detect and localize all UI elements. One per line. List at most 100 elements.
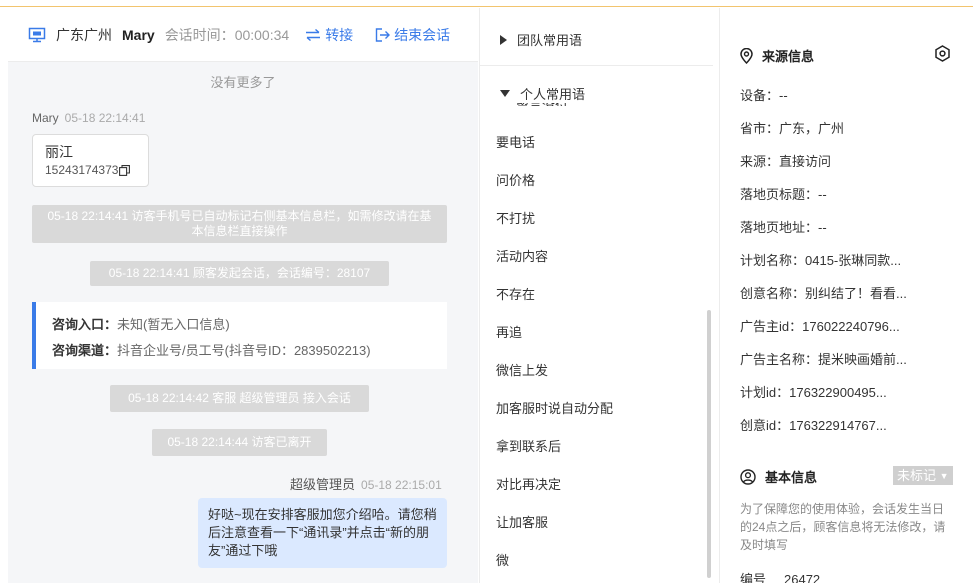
personal-phrases-label: 个人常用语 [520,87,586,102]
field-label: 省市： [740,121,780,136]
field-value: 0415-张琳同款... [805,253,902,268]
source-info-title: 来源信息 [740,46,814,65]
edit-deadline-note: 为了保障您的使用体验，会话发生当日的24点之后，顾客信息将无法修改，请及时填写 [740,502,946,552]
contact-phone-number: 15243174373 [45,163,119,177]
phrase-item[interactable]: 让加客服 [496,512,548,531]
divider [480,65,713,66]
phrase-item[interactable]: 微信上发 [496,360,548,379]
field-label: 计划名称： [740,253,806,268]
contact-card: 丽江 15243174373 [32,134,149,187]
field-creative-id: 创意id：176322914767... [740,415,887,434]
field-label: 编号 [740,572,767,583]
agent-sender-name: 超级管理员 [290,477,356,492]
system-message: 05-18 22:14:44 访客已离开 [152,429,327,456]
transfer-button[interactable]: 转接 [305,25,353,45]
field-device: 设备：-- [740,85,788,104]
transfer-icon [306,28,321,41]
field-label: 落地页地址： [740,220,819,235]
location-pin-icon [740,47,753,64]
agent-sender: 超级管理员 05-18 22:15:01 [290,474,442,493]
end-session-button[interactable]: 结束会话 [375,25,450,45]
basic-info-title: 基本信息 [740,467,817,486]
end-session-label: 结束会话 [394,26,451,43]
phrase-item[interactable]: 问价格 [496,170,535,189]
consult-channel-row: 咨询渠道：抖音企业号/员工号(抖音号ID：2839502213) [52,338,447,364]
field-value: 26472 [784,572,821,583]
consult-entry-row: 咨询入口：未知(暂无入口信息) [52,312,447,338]
field-value: -- [818,220,827,235]
field-value: -- [779,88,788,103]
field-creative-name: 创意名称：别纠结了！看看... [740,283,907,302]
field-label: 广告主名称： [740,352,819,367]
user-circle-icon [740,468,756,485]
phrase-item[interactable]: 再追 [496,322,522,341]
phrase-item[interactable]: 活动内容 [496,246,548,265]
phrase-item[interactable]: 不打扰 [496,208,535,227]
phrase-item[interactable]: 要电话 [496,132,535,151]
visitor-name: Mary [122,26,155,43]
field-value: 广东，广州 [779,121,845,136]
field-advertiser-name: 广告主名称：提米映画婚前... [740,349,907,368]
phrase-item[interactable]: 加客服时说自动分配 [496,398,613,417]
consult-entry-label: 咨询入口： [52,317,118,332]
phrase-item[interactable]: 不存在 [496,284,535,303]
session-duration: 会话时间：00:00:34 [165,25,290,45]
field-number: 编号 26472 [740,569,820,583]
phrase-item[interactable]: 拿到联系后 [496,436,561,455]
session-duration-label: 会话时间： [164,26,235,43]
field-label: 创意名称： [740,286,806,301]
system-message: 05-18 22:14:42 客服 超级管理员 接入会话 [110,385,369,412]
field-source: 来源：直接访问 [740,151,831,170]
visitor-location: 广东广州 [56,26,112,43]
mark-status-dropdown[interactable]: 未标记 ▼ [893,466,953,485]
no-more-history: 没有更多了 [210,75,276,90]
phrase-item[interactable]: 对比再决定 [496,474,561,493]
field-advertiser-id: 广告主id：176022240796... [740,316,900,335]
field-label: 设备： [740,88,780,103]
consult-info-card: 咨询入口：未知(暂无入口信息) 咨询渠道：抖音企业号/员工号(抖音号ID：283… [32,302,447,369]
customer-info-panel: 来源信息 设备：-- 省市：广东，广州 来源：直接访问 落地页标题：-- 落地页… [719,8,973,583]
team-phrases-group[interactable]: 团队常用语 [500,30,582,49]
personal-phrases-group[interactable]: 个人常用语 [500,84,592,103]
transfer-label: 转接 [325,26,354,43]
field-value: 直接访问 [779,154,832,169]
system-message: 05-18 22:14:41 访客手机号已自动标记右侧基本信息栏，如需修改请在基… [32,205,447,243]
consult-channel-value: 抖音企业号/员工号(抖音号ID：2839502213) [117,343,371,358]
field-landing-title: 落地页标题：-- [740,184,827,203]
caret-down-icon [500,90,510,97]
field-value: 176322914767... [789,418,887,433]
field-value: 176022240796... [802,319,900,334]
quick-phrases-panel: 团队常用语 留言没付 个人常用语 要电话 问价格 不打扰 活动内容 不存在 再追… [479,8,713,583]
field-label: 创意id： [740,418,790,433]
session-duration-value: 00:00:34 [234,26,290,43]
field-label: 来源： [740,154,780,169]
field-label: 计划id： [740,385,790,400]
field-value: 176322900495... [789,385,887,400]
caret-right-icon [500,34,507,45]
team-phrases-label: 团队常用语 [517,33,583,48]
copy-icon[interactable] [119,164,131,176]
agent-message-bubble: 好哒~现在安排客服加您介绍哈。请您稍后注意查看一下“通讯录”并点击“新的朋友”通… [198,498,447,568]
consult-channel-label: 咨询渠道： [52,343,118,358]
chat-panel: 广东广州 Mary 会话时间：00:00:34 转接 结束会话 没有更多了 Ma… [8,8,478,583]
field-value: 提米映画婚前... [818,352,907,367]
top-notice-strip [0,0,973,7]
field-value: 别纠结了！看看... [805,286,907,301]
field-landing-url: 落地页地址：-- [740,217,827,236]
visitor-sender: Mary 05-18 22:14:41 [32,111,145,125]
contact-card-phone: 15243174373 [45,161,148,179]
field-label: 落地页标题： [740,187,819,202]
consult-entry-value: 未知(暂无入口信息) [117,317,230,332]
field-province-city: 省市：广东，广州 [740,118,844,137]
system-message: 05-18 22:14:41 顾客发起会话，会话编号：28107 [90,261,389,286]
phrase-item[interactable]: 微 [496,550,509,569]
basic-info-label: 基本信息 [765,470,818,485]
source-info-label: 来源信息 [762,49,815,64]
field-plan-name: 计划名称：0415-张琳同款... [740,250,901,269]
chat-header: 广东广州 Mary 会话时间：00:00:34 转接 结束会话 [8,8,478,62]
settings-icon[interactable] [934,45,951,62]
computer-icon [28,27,46,42]
field-label: 广告主id： [740,319,803,334]
phrases-scrollbar[interactable] [707,310,711,578]
visitor-sender-name: Mary [32,111,59,125]
